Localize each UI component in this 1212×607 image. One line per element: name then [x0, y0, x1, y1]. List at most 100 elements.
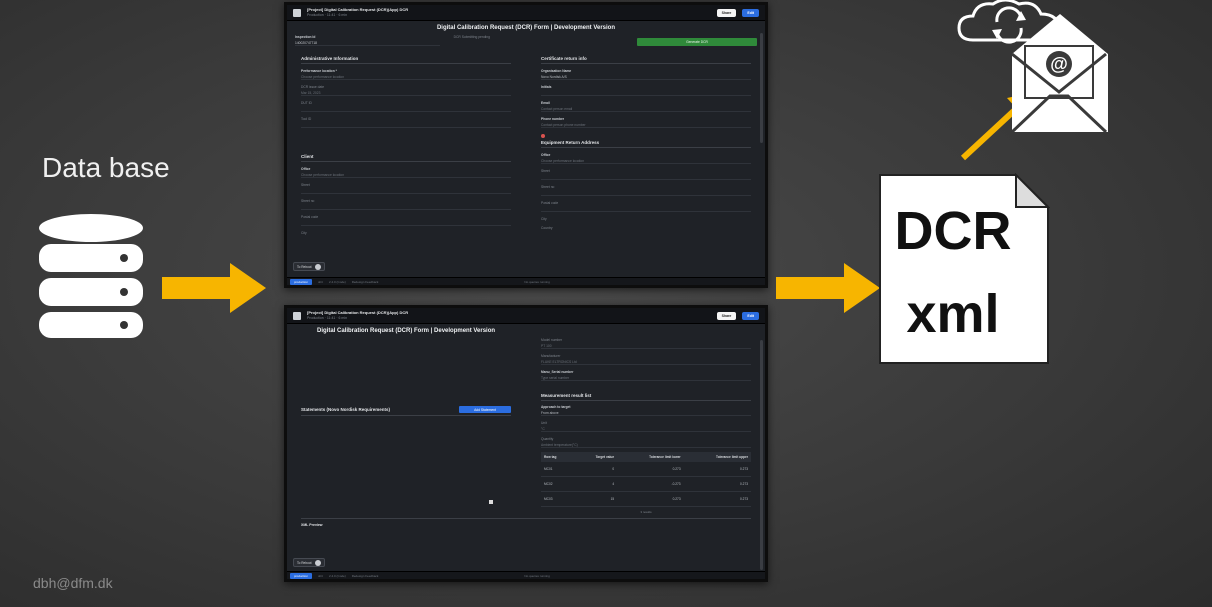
- equipment-street-field[interactable]: [541, 173, 751, 180]
- dcr-doc-title-line1: DCR: [894, 201, 1012, 261]
- table-header[interactable]: Target value: [573, 452, 618, 462]
- organisation-field[interactable]: Novo Nordisk A/S: [541, 73, 751, 80]
- statements-section-title: Statements (Novo Nordisk Requirements): [301, 407, 391, 412]
- share-button[interactable]: Share: [716, 8, 737, 17]
- table-cell: 0.273: [683, 491, 751, 507]
- form-title: Digital Calibration Request (DCR) Form |…: [436, 25, 616, 31]
- arrow-right-icon: [776, 263, 880, 313]
- app-subtitle: Production · 11:41 · 6 min: [307, 12, 348, 17]
- reboot-button[interactable]: To Reboot: [293, 262, 325, 271]
- table-header[interactable]: Row tag: [541, 452, 574, 462]
- inspection-id-field[interactable]: 140020747718: [295, 39, 440, 46]
- table-footer: 3 results: [640, 510, 652, 514]
- unit-field[interactable]: °C: [541, 425, 751, 432]
- tool-id-field[interactable]: [301, 121, 511, 128]
- scrollbar[interactable]: [760, 33, 763, 143]
- phone-field[interactable]: Contact person phone number: [541, 121, 751, 128]
- equipment-postal-field[interactable]: [541, 205, 751, 212]
- dcr-doc-title-line2: xml: [906, 284, 1000, 344]
- performance-location-select[interactable]: Choose performance location: [301, 73, 511, 80]
- table-cell: 0.273: [683, 462, 751, 477]
- client-postal-field[interactable]: [301, 219, 511, 226]
- reboot-label: To Reboot: [297, 560, 312, 565]
- query-status: No queries running: [524, 573, 550, 578]
- footer-email: dbh@dfm.dk: [33, 575, 113, 591]
- status-bar: production dcrt 2.4.0 (Code) Redesign Fe…: [287, 571, 765, 579]
- model-number-field[interactable]: PT 100: [541, 342, 751, 349]
- cert-return-section-title: Certificate return info: [541, 56, 587, 61]
- serial-number-field[interactable]: Type serial number: [541, 374, 751, 381]
- admin-section-title: Administrative Information: [301, 56, 359, 61]
- initials-field[interactable]: [541, 89, 751, 96]
- dcr-form-screenshot-top: [Project] Digital Calibration Request (D…: [284, 2, 768, 288]
- reboot-icon: [314, 263, 321, 270]
- app-logo-icon: [293, 8, 301, 17]
- client-city-label: City: [301, 231, 307, 235]
- database-label: Data base: [42, 152, 170, 183]
- table-cell: 15: [573, 491, 618, 507]
- svg-text:@: @: [1050, 54, 1068, 74]
- mouse-cursor-icon: [489, 500, 493, 504]
- status-item[interactable]: 2.4.0 (Code): [329, 280, 346, 284]
- table-cell: 0: [573, 462, 618, 477]
- equipment-return-section-title: Equipment Return Address: [541, 140, 600, 145]
- manufacturer-field[interactable]: FLUKE ELTRONICS Ltd: [541, 358, 751, 365]
- table-header[interactable]: Tolerance limit upper: [683, 452, 751, 462]
- measurement-table: Row tag Target value Tolerance limit low…: [541, 452, 751, 507]
- env-badge[interactable]: production: [290, 278, 313, 285]
- edit-button[interactable]: Edit: [742, 8, 759, 17]
- reboot-icon: [314, 559, 321, 566]
- table-cell: -0.273: [617, 476, 684, 492]
- add-statement-button[interactable]: Add Statement: [459, 406, 511, 413]
- measurement-section-title: Measurement result list: [541, 393, 592, 398]
- status-bar: production dcrt 2.4.0 (Code) Redesign Fe…: [287, 277, 765, 285]
- status-item[interactable]: Redesign Feedback: [352, 574, 379, 578]
- table-cell: 0.273: [683, 476, 751, 492]
- equipment-street-no-field[interactable]: [541, 189, 751, 196]
- cloud-email-icon: @: [957, 0, 1108, 134]
- dcr-form-screenshot-bottom: [Project] Digital Calibration Request (D…: [284, 305, 768, 582]
- table-cell: MC01: [541, 462, 574, 477]
- equipment-country-label: Country: [541, 226, 553, 230]
- warning-dot-icon: [541, 134, 545, 138]
- quantity-field[interactable]: Ambient temperature(°C): [541, 441, 751, 448]
- client-office-select[interactable]: Choose performance location: [301, 171, 511, 178]
- table-row[interactable]: MC02 4 -0.273 0.273: [541, 476, 751, 492]
- status-item[interactable]: dcrt: [318, 280, 323, 284]
- dut-id-field[interactable]: [301, 105, 511, 112]
- status-item[interactable]: 2.4.0 (Code): [329, 574, 346, 578]
- scrollbar[interactable]: [760, 340, 763, 570]
- table-cell: 4: [573, 476, 618, 492]
- status-item[interactable]: dcrt: [318, 574, 323, 578]
- client-street-no-field[interactable]: [301, 203, 511, 210]
- env-badge[interactable]: production: [290, 572, 313, 579]
- arrow-right-icon: [162, 263, 266, 313]
- issue-date-field[interactable]: Mar 15, 2023: [301, 89, 511, 96]
- table-cell: 0.273: [617, 491, 684, 507]
- reboot-label: To Reboot: [297, 264, 312, 269]
- app-subtitle: Production · 11:41 · 6 min: [307, 315, 348, 320]
- generate-dcr-button[interactable]: Generate DCR: [637, 38, 758, 46]
- table-row[interactable]: MC03 15 0.273 0.273: [541, 491, 751, 507]
- status-item[interactable]: Redesign Feedback: [352, 280, 379, 284]
- table-header[interactable]: Tolerance limit lower: [617, 452, 684, 462]
- table-cell: MC03: [541, 491, 574, 507]
- form-title: Digital Calibration Request (DCR) Form |…: [317, 328, 496, 334]
- dcr-pending-label: DCR Submitting pending: [453, 35, 490, 39]
- reboot-button[interactable]: To Reboot: [293, 558, 325, 567]
- equipment-city-label: City: [541, 217, 547, 221]
- client-section-title: Client: [301, 154, 314, 159]
- table-cell: MC02: [541, 476, 574, 492]
- client-street-field[interactable]: [301, 187, 511, 194]
- share-button[interactable]: Share: [716, 311, 737, 320]
- edit-button[interactable]: Edit: [742, 311, 759, 320]
- app-logo-icon: [293, 311, 301, 320]
- query-status: No queries running: [524, 279, 550, 284]
- equipment-office-select[interactable]: Choose performance location: [541, 157, 751, 164]
- xml-preview-title: XML Preview: [301, 523, 323, 527]
- approach-select[interactable]: From above: [541, 409, 751, 416]
- table-row[interactable]: MC01 0 0.273 0.273: [541, 462, 751, 477]
- email-field[interactable]: Contact person email: [541, 105, 751, 112]
- table-cell: 0.273: [617, 462, 684, 477]
- database-icon: [39, 214, 143, 338]
